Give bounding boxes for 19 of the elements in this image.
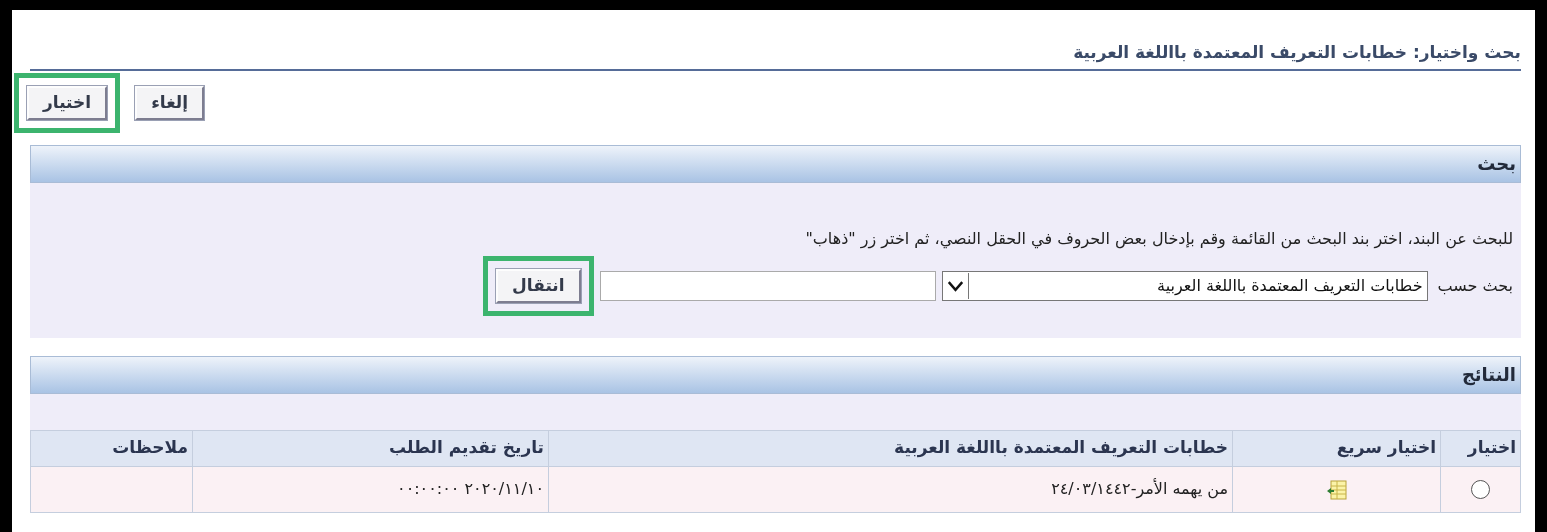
column-header: خطابات التعريف المعتمدة بااللغة العربية: [548, 430, 1233, 466]
instructions-text: للبحث عن البند، اختر بند البحث من القائمة وقم بإدخال بعض الحروف في الحقل النصي، ثم اختر زر "ذهاب": [804, 227, 1513, 251]
search-by-label: بحث حسب: [1437, 274, 1513, 297]
column-header: تاريخ تقديم الطلب: [192, 430, 549, 466]
section-title: النتائج: [1461, 363, 1516, 388]
table-cell: من يهمه الأمر-٢٤/٠٣/١٤٤٢: [548, 466, 1233, 512]
radio-button[interactable]: [1471, 480, 1490, 499]
column-header: اختيار: [1440, 430, 1521, 466]
search-field[interactable]: [599, 270, 936, 301]
page-title: بحث واختيار: خطابات التعريف المعتمدة بااللغة العربية: [1073, 42, 1521, 62]
search-by-dropdown[interactable]: خطابات التعريف المعتمدة بااللغة العربية: [941, 270, 1428, 301]
table-cell: ٢٠٢٠/١١/١٠ ٠٠:٠٠:٠٠: [192, 466, 549, 512]
spreadsheet-icon[interactable]: [1325, 478, 1348, 501]
action-button[interactable]: اختيار: [27, 85, 108, 120]
column-header: ملاحظات: [30, 430, 193, 466]
action-button[interactable]: إلغاء: [135, 85, 205, 120]
section-title: بحث: [1477, 152, 1516, 176]
action-button[interactable]: انتقال: [496, 268, 581, 303]
column-header: اختيار سريع: [1232, 430, 1441, 466]
